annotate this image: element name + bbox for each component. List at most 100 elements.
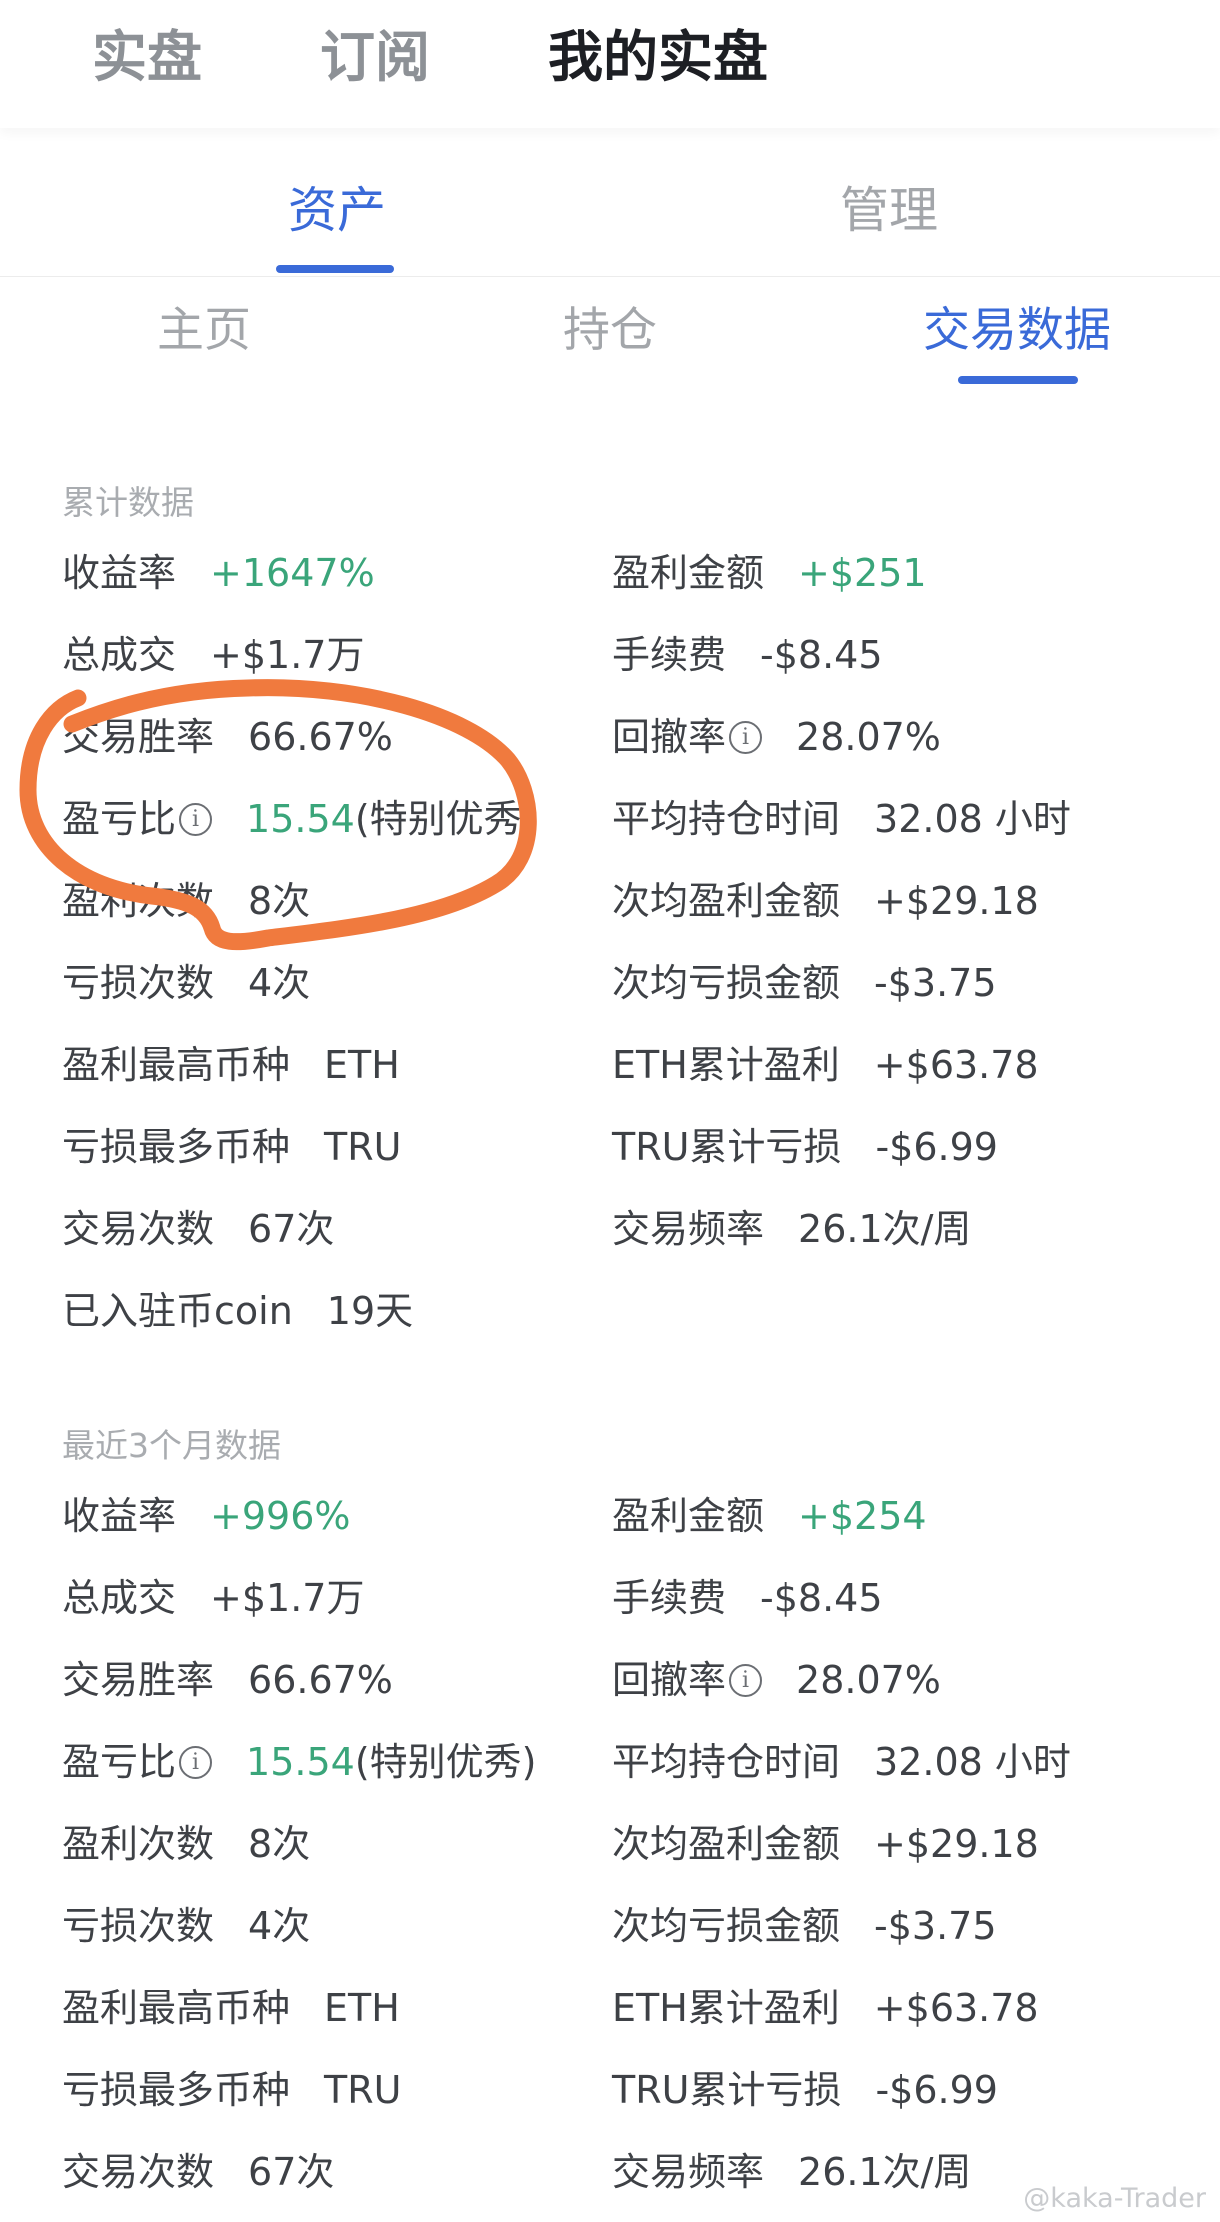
stat-item: 平均持仓时间 32.08 小时 [612, 1732, 1071, 1792]
tab-assets[interactable]: 资产 [288, 186, 386, 235]
stat-label: 交易胜率 [62, 1658, 215, 1702]
stat-value: 66.67% [248, 715, 393, 759]
stat-row: 总成交 +$1.7万 手续费 -$8.45 [0, 625, 1220, 685]
stat-row: 亏损次数 4次 次均亏损金额 -$3.75 [0, 953, 1220, 1013]
stat-item: 交易次数 67次 [62, 2142, 334, 2202]
stat-value: 4次 [248, 961, 311, 1005]
sub-tab-bar: 主页 持仓 交易数据 [0, 277, 1220, 397]
asset-tab-bar: 资产 管理 [0, 128, 1220, 277]
stat-label: 交易胜率 [62, 715, 215, 759]
stat-value: ETH [324, 1986, 400, 2030]
info-icon[interactable]: i [179, 802, 213, 836]
stat-value: -$3.75 [874, 1904, 997, 1948]
stat-label: ETH累计盈利 [612, 1986, 840, 2030]
stat-item: 盈亏比 i 15.54 (特别优秀) [62, 1732, 536, 1792]
stat-item: 盈利次数 8次 [62, 1814, 310, 1874]
info-icon[interactable]: i [729, 1663, 763, 1697]
stat-value: 26.1次/周 [798, 2150, 972, 2194]
tab-active-indicator [276, 265, 394, 273]
stat-value: 32.08 小时 [874, 1740, 1071, 1784]
stat-value: ETH [324, 1043, 400, 1087]
stat-row: 盈利最高币种 ETH ETH累计盈利 +$63.78 [0, 1035, 1220, 1095]
stat-item: 交易频率 26.1次/周 [612, 1199, 971, 1259]
stat-label: 亏损次数 [62, 961, 215, 1005]
stat-value: 28.07% [796, 715, 941, 759]
stat-row: 亏损最多币种 TRU TRU累计亏损 -$6.99 [0, 2060, 1220, 2120]
stat-item: TRU累计亏损 -$6.99 [612, 2060, 998, 2120]
stat-label: 亏损最多币种 [62, 2068, 291, 2112]
stat-label: TRU累计亏损 [612, 1125, 842, 1169]
stat-label: 盈亏比 [62, 797, 177, 841]
stat-label: TRU累计亏损 [612, 2068, 842, 2112]
stat-label: 亏损次数 [62, 1904, 215, 1948]
stat-label: 平均持仓时间 [612, 797, 841, 841]
stat-item: 总成交 +$1.7万 [62, 625, 364, 685]
stat-item: 次均亏损金额 -$3.75 [612, 953, 997, 1013]
stat-value: -$8.45 [760, 1576, 883, 1620]
stat-value: TRU [324, 2068, 402, 2112]
stat-value: 4次 [248, 1904, 311, 1948]
section-title: 累计数据 [62, 483, 194, 522]
stat-label: 次均盈利金额 [612, 1822, 841, 1866]
tab-my-live-trading[interactable]: 我的实盘 [548, 30, 768, 85]
stat-item: 总成交 +$1.7万 [62, 1568, 364, 1628]
info-icon[interactable]: i [729, 720, 763, 754]
rating-text: (特别优秀) [354, 1740, 537, 1784]
stat-value: 15.54 [246, 797, 355, 841]
rating-text: (特别优秀) [354, 797, 537, 841]
stat-label: 交易次数 [62, 1207, 215, 1251]
stat-value: -$6.99 [875, 1125, 998, 1169]
stat-value: 19天 [326, 1289, 414, 1333]
stat-label: 盈利最高币种 [62, 1043, 291, 1087]
tab-trade-data[interactable]: 交易数据 [923, 307, 1111, 354]
stat-item: 次均亏损金额 -$3.75 [612, 1896, 997, 1956]
tab-positions[interactable]: 持仓 [563, 307, 657, 354]
tab-live-trading[interactable]: 实盘 [92, 30, 202, 85]
tab-active-indicator [958, 376, 1078, 384]
stat-value: +$29.18 [874, 1822, 1039, 1866]
stat-value: 67次 [248, 2150, 335, 2194]
stat-item: 次均盈利金额 +$29.18 [612, 871, 1039, 931]
stat-label: 收益率 [62, 551, 177, 595]
stat-item: 手续费 -$8.45 [612, 625, 883, 685]
stat-value: -$3.75 [874, 961, 997, 1005]
stat-item: 收益率 +1647% [62, 543, 375, 603]
stat-label: 交易频率 [612, 1207, 765, 1251]
stat-label: 盈利金额 [612, 551, 765, 595]
stat-value: +$1.7万 [210, 633, 365, 677]
stat-item: 收益率 +996% [62, 1486, 351, 1546]
tab-manage[interactable]: 管理 [840, 186, 938, 235]
stat-value: -$8.45 [760, 633, 883, 677]
stat-value: 67次 [248, 1207, 335, 1251]
stat-value: 15.54 [246, 1740, 355, 1784]
stat-label: 总成交 [62, 1576, 177, 1620]
stat-item: 回撤率 i 28.07% [612, 707, 941, 767]
stat-label: 盈利次数 [62, 879, 215, 923]
stat-value: +996% [210, 1494, 351, 1538]
stat-value: 8次 [248, 1822, 311, 1866]
stat-item: 交易次数 67次 [62, 1199, 334, 1259]
info-icon[interactable]: i [179, 1745, 213, 1779]
top-tab-bar: 实盘 订阅 我的实盘 [0, 0, 1220, 128]
stat-label: 手续费 [612, 633, 727, 677]
stat-item: ETH累计盈利 +$63.78 [612, 1035, 1039, 1095]
stat-item: 已入驻币coin 19天 [62, 1281, 413, 1341]
stat-item: 平均持仓时间 32.08 小时 [612, 789, 1071, 849]
stat-label: 盈利最高币种 [62, 1986, 291, 2030]
stat-label: 手续费 [612, 1576, 727, 1620]
stat-item: 盈利最高币种 ETH [62, 1035, 400, 1095]
section-title: 最近3个月数据 [62, 1426, 281, 1465]
stat-row: 盈利次数 8次 次均盈利金额 +$29.18 [0, 871, 1220, 931]
stat-item: 盈利次数 8次 [62, 871, 310, 931]
stat-label: 次均亏损金额 [612, 961, 841, 1005]
tab-subscription[interactable]: 订阅 [320, 30, 430, 85]
stat-value: +$63.78 [873, 1986, 1039, 2030]
stat-label: 次均亏损金额 [612, 1904, 841, 1948]
tab-home[interactable]: 主页 [157, 307, 251, 354]
stat-row: 交易胜率 66.67% 回撤率 i 28.07% [0, 707, 1220, 767]
stat-item: 盈亏比 i 15.54 (特别优秀) [62, 789, 536, 849]
stat-value: +$29.18 [874, 879, 1039, 923]
stat-label: 平均持仓时间 [612, 1740, 841, 1784]
stat-value: +$251 [798, 551, 927, 595]
stat-item: 亏损次数 4次 [62, 953, 310, 1013]
